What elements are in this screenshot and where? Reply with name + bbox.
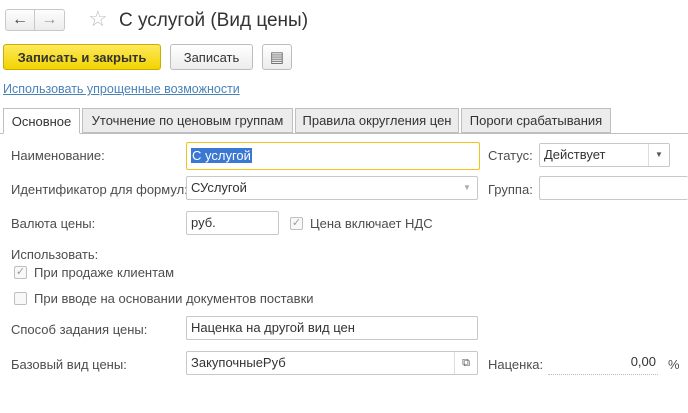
arrow-left-icon: ← [12,11,28,28]
forward-button[interactable]: → [35,9,65,31]
currency-field[interactable]: руб. [186,211,279,235]
status-value: Действует [544,147,606,162]
includes-vat-checkbox[interactable]: ✓ [290,217,303,230]
check-icon: ✓ [15,266,26,278]
supply-label: При вводе на основании документов постав… [34,291,314,306]
use-label: Использовать: [11,247,99,262]
status-label: Статус: [488,148,533,163]
supply-checkbox[interactable] [14,292,27,305]
base-price-label: Базовый вид цены: [11,357,127,372]
name-field[interactable]: С услугой [186,142,480,170]
tab-price-groups[interactable]: Уточнение по ценовым группам [82,108,293,133]
simplified-mode-link[interactable]: Использовать упрощенные возможности [3,82,240,96]
write-and-close-button[interactable]: Записать и закрыть [3,44,161,70]
percent-sign: % [668,357,680,372]
base-price-field[interactable]: ЗакупочныеРуб ⧉ [186,351,478,375]
formula-id-field[interactable]: СУслугой ▼ [186,176,478,200]
open-icon[interactable]: ⧉ [454,352,477,374]
markup-label: Наценка: [488,357,544,372]
tab-main[interactable]: Основное [3,108,80,134]
chevron-down-icon[interactable]: ▼ [457,177,477,199]
check-icon: ✓ [291,217,302,229]
formula-id-value: СУслугой [191,180,247,195]
markup-value: 0,00 [630,354,656,369]
more-actions-button[interactable]: ▤ [262,44,292,70]
currency-label: Валюта цены: [11,216,96,231]
price-method-value: Наценка на другой вид цен [191,320,355,335]
name-value: С услугой [191,148,252,163]
page-title: С услугой (Вид цены) [119,10,309,31]
list-icon: ▤ [269,49,285,66]
write-button[interactable]: Записать [170,44,253,70]
group-label: Группа: [488,182,533,197]
star-icon[interactable]: ☆ [88,6,108,32]
tab-rounding-rules[interactable]: Правила округления цен [295,108,459,133]
base-price-value: ЗакупочныеРуб [191,355,286,370]
tab-thresholds[interactable]: Пороги срабатывания [461,108,611,133]
markup-field[interactable]: 0,00 [548,351,658,375]
includes-vat-label: Цена включает НДС [310,216,433,231]
currency-value: руб. [191,215,216,230]
status-select[interactable]: Действует ▼ [539,143,670,167]
price-method-label: Способ задания цены: [11,322,148,337]
arrow-right-icon: → [41,11,58,28]
chevron-down-icon[interactable]: ▼ [648,144,669,166]
group-field[interactable] [539,176,688,200]
formula-id-label: Идентификатор для формул: [11,182,188,197]
sale-checkbox[interactable]: ✓ [14,266,27,279]
name-label: Наименование: [11,148,105,163]
sale-label: При продаже клиентам [34,265,175,280]
tabs-divider [0,133,688,134]
price-method-field[interactable]: Наценка на другой вид цен [186,316,478,340]
back-button[interactable]: ← [5,9,35,31]
